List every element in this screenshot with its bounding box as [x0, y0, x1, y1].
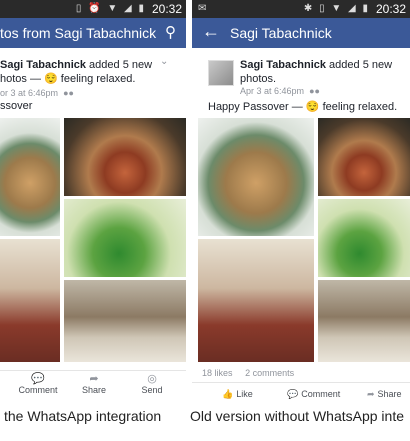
search-icon[interactable]: ⚲ — [165, 23, 176, 41]
comment-label: Comment — [301, 389, 341, 399]
photo-1[interactable] — [198, 118, 314, 236]
photo-5[interactable] — [64, 280, 186, 362]
post-actions: 👍 Like 💬 Comment ➦ Share — [192, 382, 410, 404]
avatar[interactable] — [208, 60, 234, 86]
reaction-counts[interactable]: 18 likes 2 comments — [202, 368, 294, 378]
mail-icon: ✉ — [198, 3, 207, 14]
post-actions: 💬 Comment ➦ Share ◎ Send — [0, 370, 186, 397]
post-action-text: added 5 new — [86, 59, 153, 71]
status-icons: ✱ ▯ ▼ ◢ ▮ — [303, 3, 370, 14]
status-icons: ▯ ⏰ ▼ ◢ ▮ — [75, 3, 146, 14]
photo-5[interactable] — [318, 280, 410, 362]
photo-grid — [192, 118, 410, 362]
post-caption: ssover — [0, 100, 33, 112]
audience-icon: ●● — [60, 88, 74, 98]
send-button[interactable]: ◎ Send — [132, 371, 172, 397]
page-title: tos from Sagi Tabachnick — [0, 25, 157, 41]
chevron-down-icon[interactable]: ⌄ — [160, 56, 168, 67]
post-date-text: or 3 at 6:46pm — [0, 88, 59, 98]
post-date: or 3 at 6:46pm ●● — [0, 88, 74, 98]
photo-grid — [0, 118, 186, 362]
comment-icon: 💬 — [31, 373, 45, 385]
back-arrow-icon[interactable]: ← — [202, 21, 220, 42]
post-date: Apr 3 at 6:46pm ●● — [240, 86, 320, 96]
share-button[interactable]: ➦ Share — [74, 371, 114, 397]
send-label: Send — [141, 385, 163, 395]
post-card: Sagi Tabachnick added 5 new hotos — 😌 fe… — [0, 48, 186, 404]
photo-4[interactable] — [0, 239, 60, 362]
photo-2[interactable] — [318, 118, 410, 196]
post-date-text: Apr 3 at 6:46pm — [240, 86, 305, 96]
feeling-text: 😌 feeling relaxed. — [44, 73, 136, 85]
comment-button[interactable]: 💬 Comment — [287, 389, 340, 400]
old-version-screenshot: ✉ ✱ ▯ ▼ ◢ ▮ 20:32 ← Sagi Tabachnick Sagi… — [192, 0, 410, 404]
comments-count[interactable]: 2 comments — [245, 368, 294, 378]
status-bar: ✉ ✱ ▯ ▼ ◢ ▮ 20:32 — [192, 0, 410, 18]
caption-left: the WhatsApp integration — [4, 408, 162, 424]
post-header: Sagi Tabachnick added 5 new hotos — 😌 fe… — [0, 48, 186, 113]
comment-button[interactable]: 💬 Comment — [18, 371, 58, 397]
post-card: Sagi Tabachnick added 5 new photos. Apr … — [192, 48, 410, 404]
share-icon: ➦ — [89, 373, 99, 385]
share-label: Share — [81, 385, 107, 395]
status-time: 20:32 — [151, 2, 182, 16]
photo-1[interactable] — [0, 118, 60, 236]
post-action-text-2: photos. — [240, 73, 277, 85]
app-bar: tos from Sagi Tabachnick ⚲ — [0, 18, 186, 48]
post-caption: Happy Passover — 😌 feeling relaxed. — [208, 101, 398, 113]
caption-right: Old version without WhatsApp inte — [190, 408, 404, 424]
status-bar: ▯ ⏰ ▼ ◢ ▮ 20:32 — [0, 0, 186, 18]
like-label: Like — [236, 389, 253, 399]
thumbs-up-icon: 👍 — [222, 389, 234, 399]
photo-4[interactable] — [198, 239, 314, 362]
comment-label: Comment — [18, 385, 58, 395]
author-name[interactable]: Sagi Tabachnick — [240, 59, 326, 71]
count-separator — [235, 368, 243, 378]
audience-icon: ●● — [306, 86, 320, 96]
photo-3[interactable] — [318, 199, 410, 277]
post-action-text-2: hotos — — [0, 73, 45, 85]
app-bar: ← Sagi Tabachnick — [192, 18, 410, 48]
comment-icon: 💬 — [287, 389, 299, 399]
photo-2[interactable] — [64, 118, 186, 196]
page-title: Sagi Tabachnick — [230, 25, 332, 41]
like-button[interactable]: 👍 Like — [222, 389, 253, 400]
post-author-line: Sagi Tabachnick added 5 new photos. — [240, 58, 405, 86]
post-action-text: added 5 new — [326, 59, 393, 71]
status-time: 20:32 — [375, 2, 406, 16]
post-author-line: Sagi Tabachnick added 5 new hotos — 😌 fe… — [0, 58, 170, 86]
share-label: Share — [377, 389, 402, 399]
share-button[interactable]: ➦ Share — [367, 389, 402, 400]
share-icon: ➦ — [367, 389, 375, 399]
whatsapp-icon: ◎ — [147, 373, 157, 385]
photo-3[interactable] — [64, 199, 186, 277]
new-version-screenshot: ▯ ⏰ ▼ ◢ ▮ 20:32 tos from Sagi Tabachnick… — [0, 0, 186, 404]
post-header: Sagi Tabachnick added 5 new photos. Apr … — [192, 48, 410, 113]
likes-count[interactable]: 18 likes — [202, 368, 233, 378]
author-name[interactable]: Sagi Tabachnick — [0, 59, 86, 71]
